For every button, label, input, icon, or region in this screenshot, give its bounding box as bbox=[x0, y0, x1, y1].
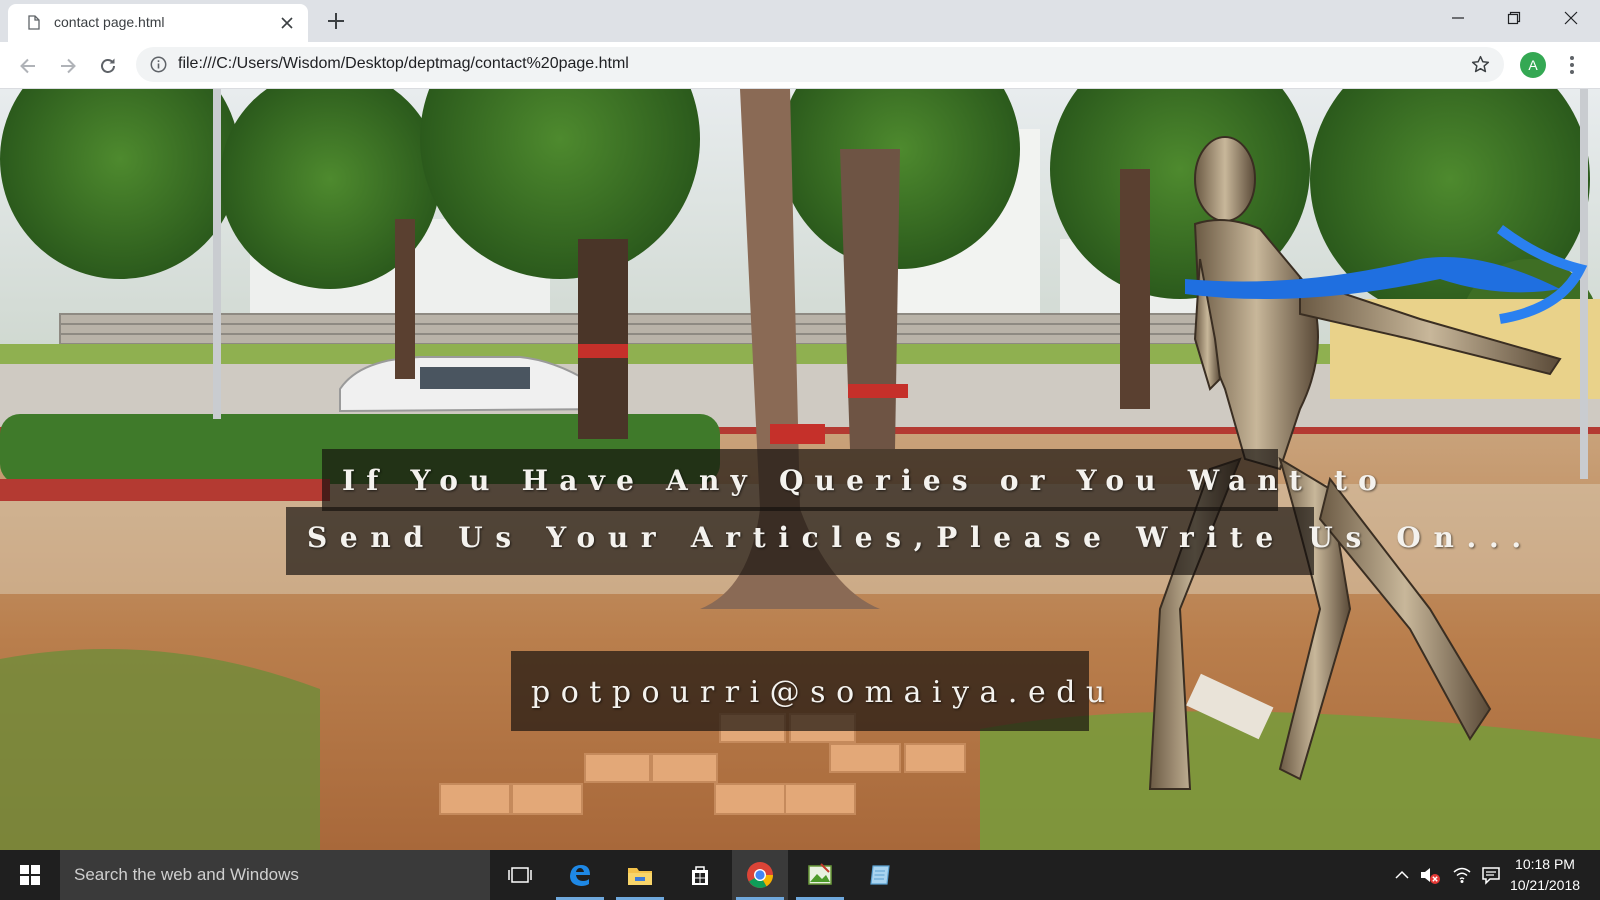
notepad-app-icon bbox=[870, 865, 890, 885]
minimize-button[interactable] bbox=[1430, 0, 1486, 36]
browser-toolbar: file:///C:/Users/Wisdom/Desktop/deptmag/… bbox=[0, 42, 1600, 89]
arrow-right-icon bbox=[61, 58, 76, 74]
new-tab-icon[interactable] bbox=[326, 11, 346, 31]
store-button[interactable] bbox=[672, 850, 728, 900]
reload-button[interactable] bbox=[94, 52, 122, 80]
clock-time: 10:18 PM bbox=[1515, 856, 1575, 872]
wifi-icon bbox=[1453, 867, 1471, 883]
contact-email[interactable]: potpourri@somaiya.edu bbox=[531, 675, 1116, 710]
search-placeholder: Search the web and Windows bbox=[74, 865, 299, 884]
restore-button[interactable] bbox=[1486, 0, 1542, 36]
url-text[interactable]: file:///C:/Users/Wisdom/Desktop/deptmag/… bbox=[178, 55, 629, 73]
taskbar-search-box[interactable]: Search the web and Windows bbox=[60, 850, 490, 900]
start-button[interactable] bbox=[0, 850, 60, 900]
chevron-up-icon bbox=[1395, 870, 1409, 879]
page-viewport: If You Have Any Queries or You Want to S… bbox=[0, 89, 1600, 850]
action-center-button[interactable] bbox=[1480, 864, 1502, 886]
show-hidden-icons-button[interactable] bbox=[1391, 864, 1413, 886]
notepad-app-button[interactable] bbox=[852, 850, 908, 900]
arrow-left-icon bbox=[20, 58, 35, 74]
action-center-icon bbox=[1482, 867, 1500, 885]
volume-button[interactable] bbox=[1419, 864, 1441, 886]
more-menu-icon[interactable] bbox=[1566, 54, 1578, 76]
bookmark-star-icon[interactable] bbox=[1470, 54, 1491, 75]
clock-date: 10/21/2018 bbox=[1509, 877, 1581, 893]
taskbar: Search the web and Windows 10:18 PM 10/2… bbox=[0, 850, 1600, 900]
reload-icon bbox=[101, 58, 115, 73]
volume-muted-icon bbox=[1421, 868, 1440, 884]
contact-message-line-2: Send Us Your Articles,Please Write Us On… bbox=[307, 521, 1534, 554]
photos-app-button[interactable] bbox=[792, 850, 848, 900]
minimize-icon bbox=[1452, 17, 1464, 19]
chrome-icon bbox=[747, 862, 774, 888]
chrome-button[interactable] bbox=[732, 850, 788, 900]
close-window-button[interactable] bbox=[1543, 0, 1599, 36]
forward-button[interactable] bbox=[54, 52, 82, 80]
task-view-icon bbox=[508, 867, 532, 883]
close-icon bbox=[1564, 11, 1578, 25]
file-explorer-icon bbox=[628, 868, 652, 885]
info-icon[interactable] bbox=[150, 56, 167, 73]
browser-tab[interactable]: contact page.html bbox=[8, 4, 308, 42]
system-clock[interactable]: 10:18 PM 10/21/2018 bbox=[1500, 854, 1590, 896]
contact-message-line-1: If You Have Any Queries or You Want to bbox=[342, 464, 1388, 497]
network-button[interactable] bbox=[1451, 864, 1473, 886]
file-explorer-button[interactable] bbox=[612, 850, 668, 900]
windows-logo-icon bbox=[20, 865, 40, 885]
profile-avatar[interactable]: A bbox=[1520, 52, 1546, 78]
tab-title: contact page.html bbox=[54, 14, 165, 30]
address-bar[interactable]: file:///C:/Users/Wisdom/Desktop/deptmag/… bbox=[136, 47, 1504, 82]
close-tab-icon[interactable] bbox=[280, 16, 294, 30]
photos-app-icon bbox=[808, 863, 832, 885]
tab-strip: contact page.html bbox=[0, 0, 1600, 42]
edge-icon bbox=[570, 865, 590, 886]
document-icon bbox=[28, 15, 40, 30]
restore-icon bbox=[1507, 11, 1521, 25]
back-button[interactable] bbox=[14, 52, 42, 80]
store-icon bbox=[692, 866, 708, 885]
task-view-button[interactable] bbox=[492, 850, 548, 900]
edge-button[interactable] bbox=[552, 850, 608, 900]
